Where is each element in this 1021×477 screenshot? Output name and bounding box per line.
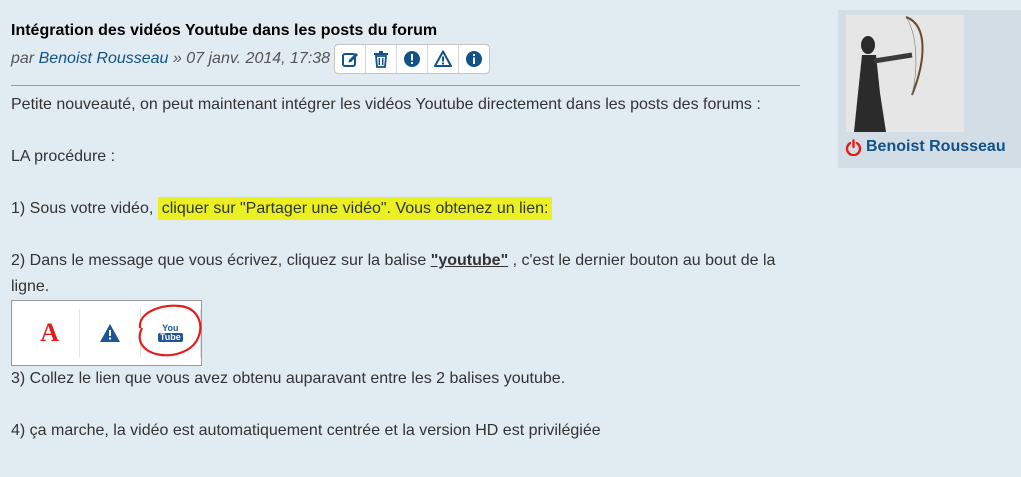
byline-row: par Benoist Rousseau » 07 janv. 2014, 17… [11, 43, 801, 75]
step-2-prefix: 2) Dans le message que vous écrivez, cli… [11, 252, 427, 269]
warn-button[interactable] [397, 45, 429, 73]
byline-separator: » [172, 50, 182, 67]
avatar[interactable] [846, 15, 964, 132]
post-content: Petite nouveauté, on peut maintenant int… [11, 92, 801, 444]
warn-icon [404, 51, 421, 67]
procedure-heading: LA procédure : [11, 148, 116, 165]
edit-button[interactable] [335, 45, 367, 73]
profile-name-text[interactable]: Benoist Rousseau [866, 138, 1006, 156]
post-action-bar [334, 44, 491, 74]
font-color-icon: A [40, 318, 60, 347]
post-divider [11, 85, 800, 86]
report-button[interactable] [428, 45, 460, 73]
step-1-prefix: 1) Sous votre vidéo, [11, 200, 154, 217]
power-icon [845, 138, 862, 156]
warning-triangle-icon [99, 324, 120, 342]
post-date: 07 janv. 2014, 17:38 [186, 50, 331, 67]
red-circle-annotation [138, 304, 202, 357]
step-4: 4) ça marche, la vidéo est automatiqueme… [11, 422, 601, 439]
intro-text: Petite nouveauté, on peut maintenant int… [11, 96, 761, 113]
profile-name[interactable]: Benoist Rousseau [845, 138, 1006, 156]
delete-icon [374, 51, 389, 68]
post-title[interactable]: Intégration des vidéos Youtube dans les … [11, 21, 801, 41]
font-color-button-image: A [20, 309, 81, 357]
youtube-tag-label: "youtube" [430, 252, 509, 269]
info-button[interactable] [459, 45, 489, 73]
step-1-highlight: cliquer sur "Partager une vidéo". Vous o… [157, 197, 553, 220]
info-icon [466, 51, 483, 67]
post-body: Intégration des vidéos Youtube dans les … [11, 14, 801, 444]
avatar-image [846, 15, 964, 132]
author-link[interactable]: Benoist Rousseau [39, 50, 169, 67]
delete-button[interactable] [366, 45, 398, 73]
post-profile: Benoist Rousseau [838, 10, 1021, 168]
byline: par Benoist Rousseau » 07 janv. 2014, 17… [11, 50, 330, 68]
report-icon [434, 50, 453, 67]
step-2: 2) Dans le message que vous écrivez, cli… [11, 248, 801, 300]
step-1: 1) Sous votre vidéo, cliquer sur "Partag… [11, 196, 801, 222]
step-3: 3) Collez le lien que vous avez obtenu a… [11, 370, 566, 387]
byline-prefix: par [11, 50, 35, 67]
toolbar-screenshot: A You Tube [11, 300, 202, 366]
edit-icon [342, 53, 359, 67]
